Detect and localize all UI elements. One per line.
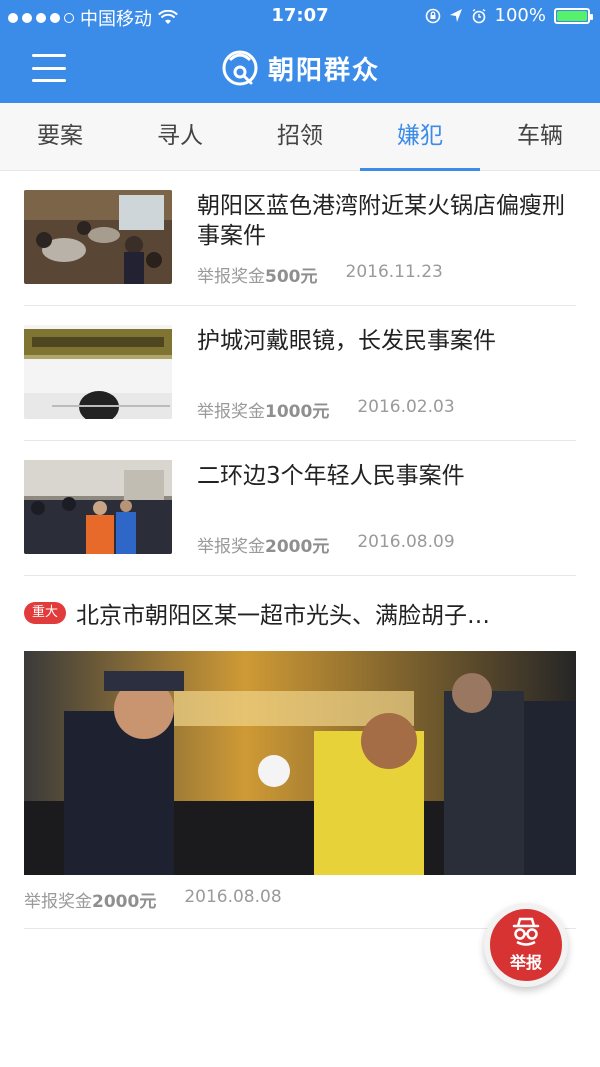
- category-tabs: 要案 寻人 招领 嫌犯 车辆: [0, 103, 600, 171]
- featured-heading: 重大 北京市朝阳区某一超市光头、满脸胡子…: [24, 596, 576, 630]
- major-badge: 重大: [24, 602, 67, 624]
- app-title: 朝阳群众: [267, 55, 380, 86]
- reward: 举报奖金500元: [197, 262, 318, 287]
- app-logo-icon: [222, 50, 258, 86]
- tab-vehicles[interactable]: 车辆: [480, 103, 600, 170]
- case-date: 2016.08.08: [184, 887, 282, 907]
- battery-cap: [590, 13, 593, 20]
- case-title: 朝阳区蓝色港湾附近某火锅店偏瘦刑事案件: [197, 193, 565, 249]
- courtroom-photo-image: [24, 460, 172, 554]
- rotation-lock-icon: [425, 8, 440, 23]
- case-meta: 举报奖金2000元 2016.08.09: [197, 532, 455, 557]
- reward-amount: 500元: [265, 267, 318, 287]
- reward: 举报奖金2000元: [197, 532, 329, 557]
- status-bar: 中国移动 17:07 100%: [0, 0, 600, 32]
- reward-label: 举报奖金: [197, 267, 265, 287]
- list-item[interactable]: 二环边3个年轻人民事案件 举报奖金2000元 2016.08.09: [24, 441, 576, 576]
- reward-label: 举报奖金: [197, 402, 265, 422]
- case-meta: 举报奖金1000元 2016.02.03: [197, 397, 455, 422]
- alarm-icon: [472, 8, 485, 23]
- top-bar: 中国移动 17:07 100% 朝阳群众: [0, 0, 600, 103]
- reward-amount: 2000元: [92, 892, 157, 912]
- case-thumbnail: [24, 190, 172, 284]
- reward-label: 举报奖金: [24, 892, 92, 912]
- tab-major-cases[interactable]: 要案: [0, 103, 120, 170]
- case-date: 2016.02.03: [357, 397, 455, 417]
- case-title: 护城河戴眼镜，长发民事案件: [197, 328, 496, 354]
- brand: 朝阳群众: [0, 48, 600, 88]
- reward: 举报奖金2000元: [24, 887, 156, 912]
- app-header: 朝阳群众: [0, 32, 600, 103]
- case-meta: 举报奖金500元 2016.11.23: [197, 262, 443, 287]
- case-title: 二环边3个年轻人民事案件: [197, 463, 465, 489]
- arrest-photo-image: [24, 651, 576, 875]
- reward: 举报奖金1000元: [197, 397, 329, 422]
- case-date: 2016.08.09: [357, 532, 455, 552]
- reward-amount: 1000元: [265, 402, 330, 422]
- case-list: 朝阳区蓝色港湾附近某火锅店偏瘦刑事案件 举报奖金500元 2016.11.23 …: [0, 171, 600, 929]
- status-right: 100%: [425, 5, 593, 26]
- case-thumbnail: [24, 460, 172, 554]
- incognito-icon: [512, 917, 540, 946]
- location-arrow-icon: [449, 8, 462, 22]
- featured-image: [24, 651, 576, 875]
- tab-missing-persons[interactable]: 寻人: [120, 103, 240, 170]
- report-label: 举报: [509, 953, 542, 972]
- street-photo-image: [24, 325, 172, 419]
- featured-case[interactable]: 重大 北京市朝阳区某一超市光头、满脸胡子… 举报奖金2000元 2016.08.…: [24, 576, 576, 929]
- case-date: 2016.11.23: [345, 262, 443, 282]
- tab-suspects[interactable]: 嫌犯: [360, 103, 480, 171]
- battery-percent: 100%: [494, 5, 546, 26]
- restaurant-photo-image: [24, 190, 172, 284]
- case-thumbnail: [24, 325, 172, 419]
- list-item[interactable]: 护城河戴眼镜，长发民事案件 举报奖金1000元 2016.02.03: [24, 306, 576, 441]
- battery-fill: [557, 10, 587, 21]
- list-item[interactable]: 朝阳区蓝色港湾附近某火锅店偏瘦刑事案件 举报奖金500元 2016.11.23: [24, 171, 576, 306]
- battery-icon: [554, 7, 593, 24]
- featured-title: 北京市朝阳区某一超市光头、满脸胡子…: [76, 603, 491, 629]
- tab-lost-found[interactable]: 招领: [240, 103, 360, 170]
- featured-meta: 举报奖金2000元 2016.08.08: [24, 887, 282, 912]
- reward-amount: 2000元: [265, 537, 330, 557]
- report-button[interactable]: 举报: [484, 903, 568, 987]
- reward-label: 举报奖金: [197, 537, 265, 557]
- app-root: 中国移动 17:07 100% 朝阳群众 要案 寻人 招领 嫌犯 车辆 朝阳区蓝…: [0, 0, 600, 1067]
